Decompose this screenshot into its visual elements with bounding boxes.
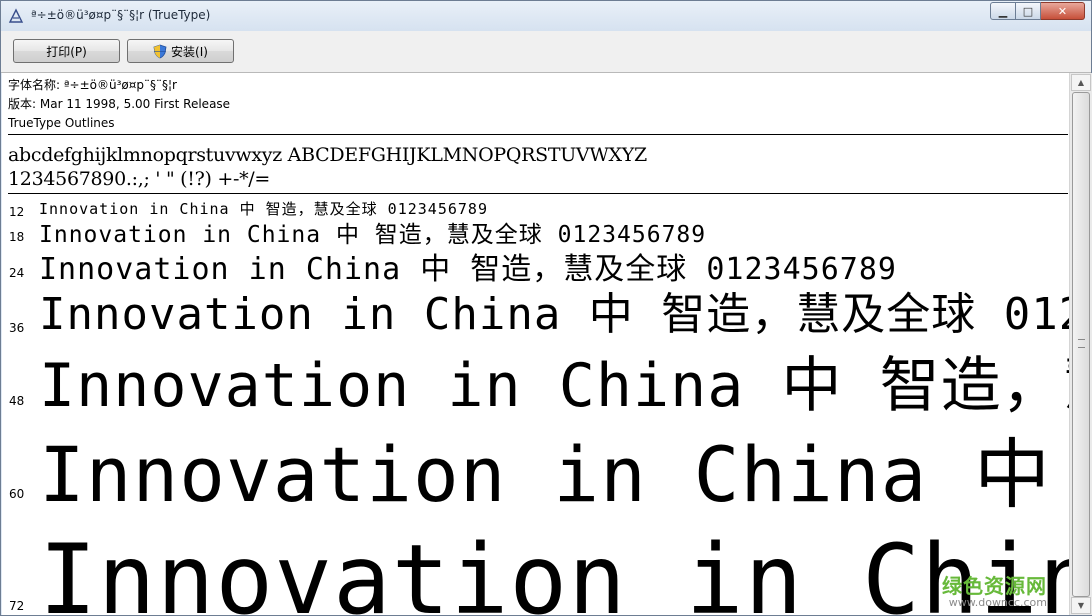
print-button[interactable]: 打印(P)	[13, 39, 120, 63]
print-button-label: 打印(P)	[46, 44, 87, 59]
sample-size-label: 48	[9, 394, 25, 408]
charset-letters: abcdefghijklmnopqrstuvwxyz ABCDEFGHIJKLM…	[8, 144, 647, 166]
font-name: 字体名称: ª÷±ö®ü³ø¤p¨§¨§¦r	[8, 78, 177, 92]
title-bar[interactable]: ª÷±ö®ü³ø¤p¨§¨§¦r (TrueType) ▁ □ ✕	[1, 1, 1091, 31]
sample-size-label: 60	[9, 487, 25, 501]
font-viewer-icon	[8, 8, 24, 23]
close-button[interactable]: ✕	[1041, 2, 1085, 20]
font-info: 字体名称: ª÷±ö®ü³ø¤p¨§¨§¦r 版本: Mar 11 1998, …	[8, 76, 230, 133]
sample-text: Innovation in China 中 智	[39, 430, 1069, 519]
divider	[8, 134, 1068, 135]
window-controls: ▁ □ ✕	[990, 2, 1085, 22]
watermark: 绿色资源网 www.downcc.com	[942, 575, 1047, 609]
sample-size-label: 36	[9, 321, 25, 335]
sample-text: Innovation in China 中 智造，慧及全球 0123456789	[39, 252, 897, 287]
uac-shield-icon	[153, 44, 167, 58]
scroll-down-arrow-icon[interactable]: ▼	[1071, 597, 1091, 614]
toolbar: 打印(P) 安装(I)	[1, 31, 1091, 73]
divider	[8, 193, 1068, 194]
install-button-label: 安装(I)	[171, 44, 208, 59]
window-title: ª÷±ö®ü³ø¤p¨§¨§¦r (TrueType)	[31, 8, 211, 22]
install-button[interactable]: 安装(I)	[127, 39, 234, 63]
maximize-button[interactable]: □	[1016, 2, 1041, 20]
charset-digits: 1234567890.:,; ' " (!?) +-*/=	[8, 168, 270, 190]
sample-text: Innovation in China 中 智造，慧	[39, 351, 1069, 421]
scroll-thumb[interactable]	[1072, 92, 1090, 597]
font-preview-area[interactable]: 字体名称: ª÷±ö®ü³ø¤p¨§¨§¦r 版本: Mar 11 1998, …	[2, 73, 1069, 615]
watermark-en: www.downcc.com	[948, 596, 1047, 609]
scroll-up-arrow-icon[interactable]: ▲	[1071, 74, 1091, 91]
font-version: 版本: Mar 11 1998, 5.00 First Release	[8, 97, 231, 111]
sample-text: Innovation in China 中 智造，慧及全球 0123456789	[39, 200, 488, 218]
sample-size-label: 18	[9, 230, 25, 244]
font-type: TrueType Outlines	[8, 116, 115, 130]
minimize-button[interactable]: ▁	[990, 2, 1016, 20]
sample-text: Innovation in China 中 智造，慧及全球 0123	[39, 289, 1069, 340]
grip-icon	[1078, 339, 1085, 348]
sample-size-label: 24	[9, 266, 25, 280]
character-set: abcdefghijklmnopqrstuvwxyz ABCDEFGHIJKLM…	[8, 143, 647, 191]
vertical-scrollbar[interactable]: ▲ ▼	[1069, 73, 1092, 615]
sample-text: Innovation in China 中 智造，慧及全球 0123456789	[39, 222, 707, 248]
watermark-cn: 绿色资源网	[942, 574, 1047, 598]
sample-size-label: 72	[9, 599, 25, 613]
font-viewer-window: ª÷±ö®ü³ø¤p¨§¨§¦r (TrueType) ▁ □ ✕ 打印(P) …	[0, 0, 1092, 616]
sample-text: Innovation in China 中	[39, 524, 1069, 615]
sample-size-label: 12	[9, 205, 25, 219]
